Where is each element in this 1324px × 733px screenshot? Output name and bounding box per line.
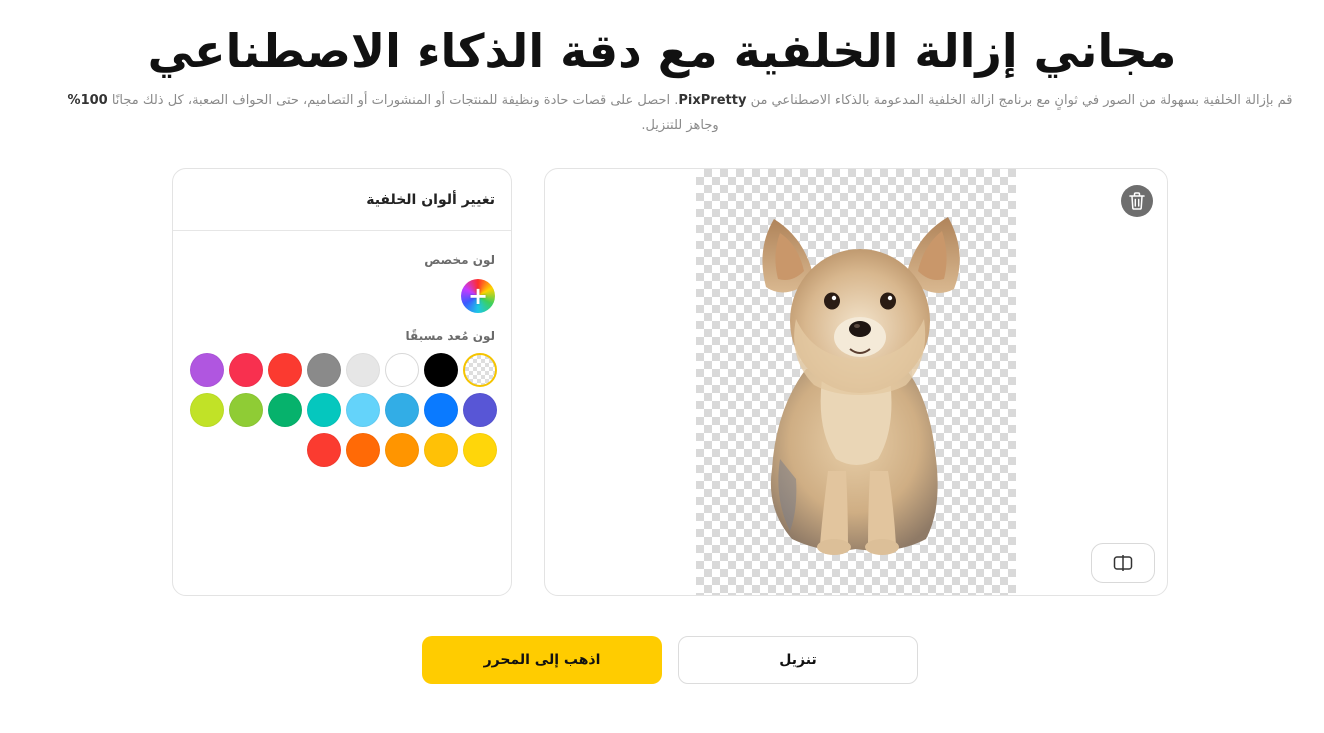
swatch-transparent[interactable]: [463, 353, 497, 387]
custom-color-button[interactable]: +: [461, 279, 495, 313]
background-color-panel: تغيير ألوان الخلفية لون مخصص + لون مُعد …: [172, 168, 512, 596]
delete-button[interactable]: [1121, 185, 1153, 217]
title-text: إزالة الخلفية مع دقة الذكاء الاصطناعي: [147, 24, 1018, 78]
go-to-editor-button[interactable]: اذهب إلى المحرر: [422, 636, 662, 684]
panel-title: تغيير ألوان الخلفية: [366, 191, 495, 208]
page: مجاني إزالة الخلفية مع دقة الذكاء الاصطن…: [0, 0, 1324, 733]
swatch-purple[interactable]: [190, 353, 224, 387]
subtitle-part3: وجاهز للتنزيل.: [641, 118, 719, 133]
panel-header: تغيير ألوان الخلفية: [173, 169, 511, 231]
subtitle-part1: قم بإزالة الخلفية بسهولة من الصور في ثوا…: [746, 93, 1293, 108]
transparent-canvas: [696, 169, 1016, 595]
swatch-yellow-green[interactable]: [190, 393, 224, 427]
swatch-indigo[interactable]: [463, 393, 497, 427]
swatch-lime-green[interactable]: [229, 393, 263, 427]
swatch-red-orange[interactable]: [307, 433, 341, 467]
swatch-gray[interactable]: [307, 353, 341, 387]
dog-cutout-image: [762, 217, 960, 555]
swatch-crimson[interactable]: [229, 353, 263, 387]
brand-name: PixPretty: [678, 93, 747, 108]
subtitle-part2: . احصل على قصات حادة ونظيفة للمنتجات أو …: [107, 93, 679, 108]
compare-button[interactable]: [1091, 543, 1155, 583]
swatch-sky-blue[interactable]: [385, 393, 419, 427]
swatch-red[interactable]: [268, 353, 302, 387]
swatch-white[interactable]: [385, 353, 419, 387]
trash-icon: [1129, 192, 1145, 210]
subtitle-percent: 100%: [67, 93, 108, 108]
custom-color-label: لون مخصص: [424, 253, 495, 267]
swatch-amber[interactable]: [424, 433, 458, 467]
swatch-yellow[interactable]: [463, 433, 497, 467]
page-title: مجاني إزالة الخلفية مع دقة الذكاء الاصطن…: [0, 18, 1324, 84]
preset-color-label: لون مُعد مسبقًا: [405, 329, 495, 343]
image-preview: [544, 168, 1168, 596]
preset-swatch-grid: [183, 353, 497, 467]
download-button[interactable]: تنزيل: [678, 636, 918, 684]
swatch-green[interactable]: [268, 393, 302, 427]
swatch-blue[interactable]: [424, 393, 458, 427]
swatch-light-blue[interactable]: [346, 393, 380, 427]
page-subtitle: قم بإزالة الخلفية بسهولة من الصور في ثوا…: [60, 88, 1300, 138]
swatch-light-gray[interactable]: [346, 353, 380, 387]
compare-icon: [1113, 555, 1133, 571]
plus-icon: +: [467, 282, 489, 310]
swatch-orange[interactable]: [385, 433, 419, 467]
title-highlight: مجاني: [1034, 18, 1177, 84]
swatch-black[interactable]: [424, 353, 458, 387]
swatch-teal[interactable]: [307, 393, 341, 427]
swatch-dark-orange[interactable]: [346, 433, 380, 467]
